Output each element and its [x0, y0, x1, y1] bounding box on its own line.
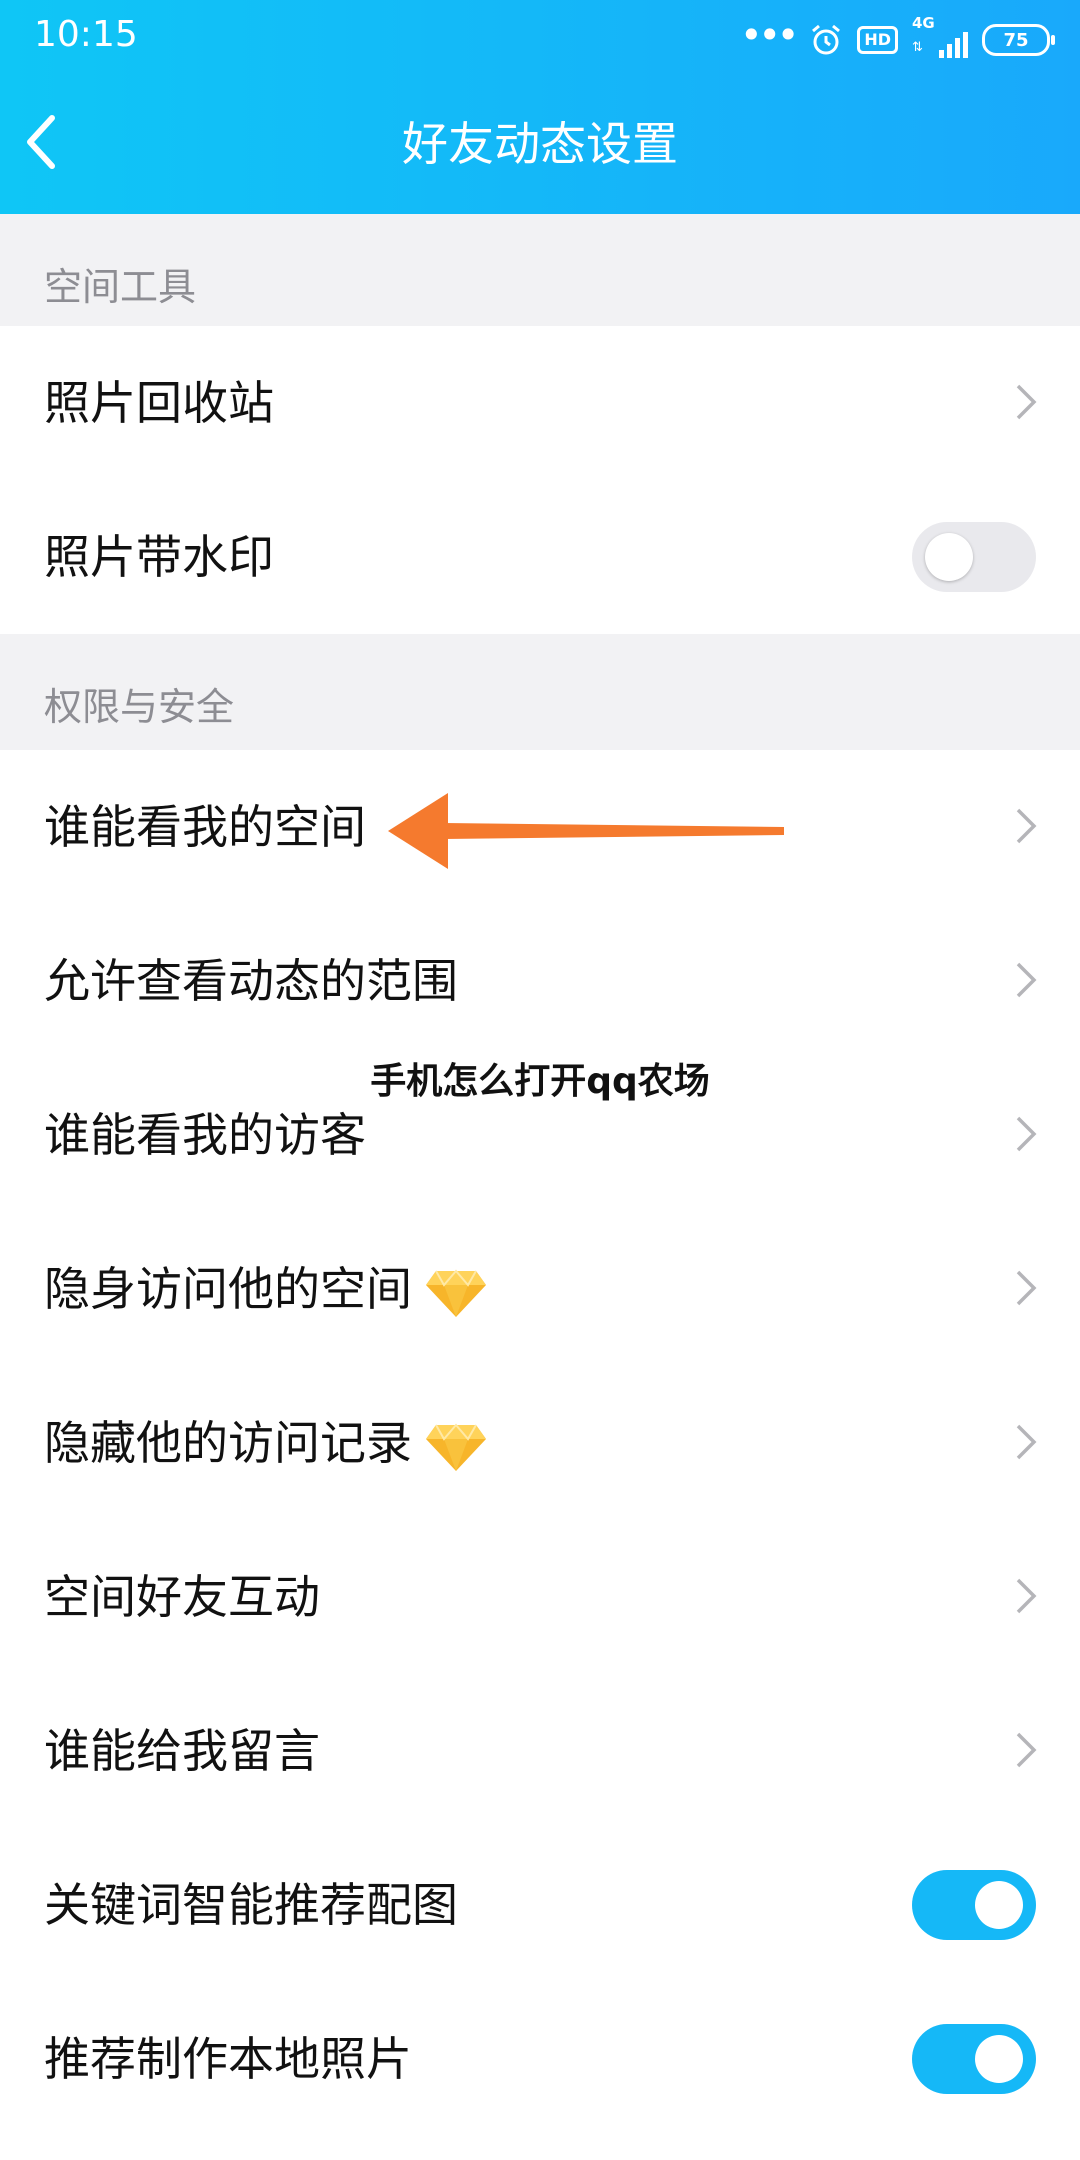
signal-icon: 4G ⇅ [912, 14, 968, 60]
more-notifications-icon: ••• [740, 13, 799, 57]
row-label: 照片带水印 [44, 530, 274, 584]
chevron-right-icon [1016, 1578, 1037, 1614]
row-label: 允许查看动态的范围 [44, 954, 458, 1008]
alarm-icon [812, 24, 841, 55]
diamond-icon [426, 1268, 486, 1317]
status-time: 10:15 [34, 14, 138, 55]
row-space-friend-interaction[interactable]: 空间好友互动 [0, 1520, 1080, 1674]
toggle-knob [925, 533, 973, 581]
row-label: 关键词智能推荐配图 [44, 1878, 458, 1932]
section-label: 空间工具 [44, 265, 197, 309]
status-icons: ••• HD 4G ⇅ 75 [740, 13, 1055, 62]
arrow-shaft [444, 823, 784, 839]
chevron-right-icon [1016, 1270, 1037, 1306]
chevron-right-icon [1016, 1116, 1037, 1152]
local-photos-toggle[interactable] [912, 2024, 1036, 2094]
diamond-icon [426, 1422, 486, 1471]
row-label: 隐身访问他的空间 [44, 1212, 488, 1366]
row-photo-recycle-bin[interactable]: 照片回收站 [0, 326, 1080, 480]
chevron-right-icon [1016, 384, 1037, 420]
chevron-right-icon [1016, 1424, 1037, 1460]
page-title: 好友动态设置 [402, 117, 678, 171]
row-label: 谁能给我留言 [44, 1724, 320, 1778]
row-feed-visibility-range[interactable]: 允许查看动态的范围 [0, 904, 1080, 1058]
section-header-tools: 空间工具 [0, 214, 1080, 326]
row-label-text: 隐藏他的访问记录 [44, 1416, 412, 1470]
toggle-knob [975, 2035, 1023, 2083]
chevron-right-icon [1016, 962, 1037, 998]
chevron-right-icon [1016, 808, 1037, 844]
data-arrows-icon: ⇅ [912, 40, 923, 55]
battery-level: 75 [1003, 29, 1029, 51]
row-keyword-recommend-images: 关键词智能推荐配图 [0, 1828, 1080, 1982]
section-label: 权限与安全 [44, 685, 235, 729]
row-label: 谁能看我的空间 [44, 800, 366, 854]
row-invisible-visit[interactable]: 隐身访问他的空间 [0, 1212, 1080, 1366]
hd-icon: HD [857, 26, 898, 54]
network-type: 4G [912, 14, 935, 32]
chevron-right-icon [1016, 1732, 1037, 1768]
row-hide-visit-records[interactable]: 隐藏他的访问记录 [0, 1366, 1080, 1520]
row-label-text: 隐身访问他的空间 [44, 1262, 412, 1316]
row-label: 推荐制作本地照片 [44, 2032, 412, 2086]
toggle-knob [975, 1881, 1023, 1929]
signal-bars [939, 32, 968, 58]
header: 10:15 ••• HD 4G ⇅ 75 好友动态设置 [0, 0, 1080, 214]
watermark-text: 手机怎么打开qq农场 [370, 1061, 710, 1102]
battery-icon: 75 [982, 24, 1055, 56]
keyword-recommend-toggle[interactable] [912, 1870, 1036, 1940]
row-label: 空间好友互动 [44, 1570, 320, 1624]
row-label: 隐藏他的访问记录 [44, 1366, 488, 1520]
row-recommend-local-photos: 推荐制作本地照片 [0, 1982, 1080, 2136]
row-who-can-leave-message[interactable]: 谁能给我留言 [0, 1674, 1080, 1828]
annotation-arrow [388, 793, 784, 869]
arrow-head [388, 793, 448, 869]
row-label: 照片回收站 [44, 376, 274, 430]
status-bar: 10:15 ••• HD 4G ⇅ 75 [0, 0, 1080, 76]
watermark-toggle[interactable] [912, 522, 1036, 592]
row-photo-watermark: 照片带水印 [0, 480, 1080, 634]
section-header-permissions: 权限与安全 [0, 634, 1080, 750]
